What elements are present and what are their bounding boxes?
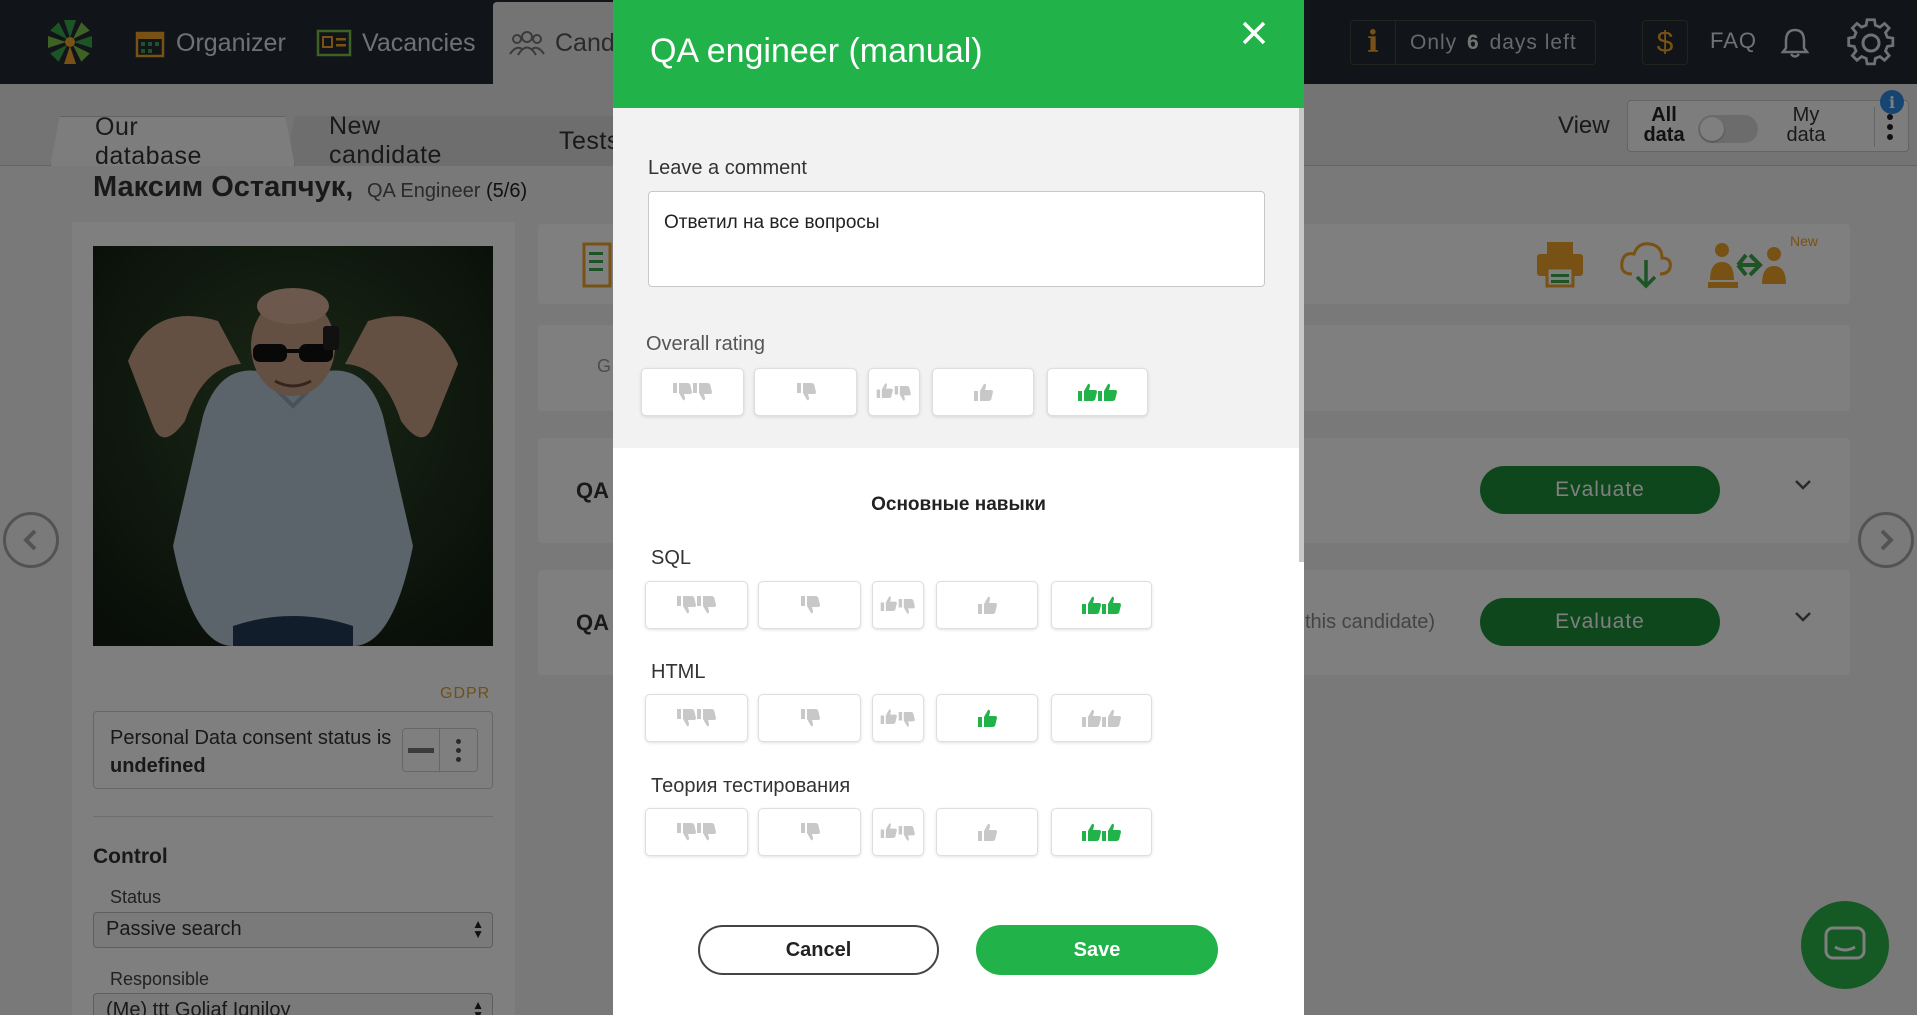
rating-option-4[interactable] — [936, 694, 1038, 742]
strongly-dislike-icon — [672, 383, 712, 401]
rating-option-2[interactable] — [758, 581, 861, 629]
strongly-like-icon — [1081, 709, 1121, 727]
cancel-button[interactable]: Cancel — [698, 925, 939, 975]
rating-option-1[interactable] — [645, 694, 748, 742]
overall-rating-label: Overall rating — [646, 333, 765, 355]
dislike-icon — [796, 383, 816, 401]
skill-html-label: HTML — [651, 661, 706, 683]
rating-option-5[interactable] — [1051, 808, 1152, 856]
comment-textarea[interactable]: Ответил на все вопросы — [648, 191, 1265, 287]
neutral-icon — [880, 823, 915, 841]
like-icon — [978, 596, 997, 614]
strongly-dislike-icon — [676, 596, 716, 614]
skill-sql-label: SQL — [651, 547, 692, 569]
neutral-icon — [880, 596, 915, 614]
rating-option-4[interactable] — [932, 368, 1034, 416]
rating-option-5[interactable] — [1051, 581, 1152, 629]
dislike-icon — [800, 823, 820, 841]
rating-option-3[interactable] — [872, 694, 924, 742]
skills-section-title: Основные навыки — [871, 494, 1046, 515]
rating-option-2[interactable] — [754, 368, 857, 416]
dislike-icon — [800, 709, 820, 727]
skill-testing-theory-label: Теория тестирования — [651, 775, 851, 797]
strongly-dislike-icon — [676, 709, 716, 727]
rating-option-2[interactable] — [758, 808, 861, 856]
rating-option-5[interactable] — [1047, 368, 1148, 416]
strongly-like-icon — [1077, 383, 1117, 401]
rating-option-3[interactable] — [872, 581, 924, 629]
comment-label: Leave a comment — [648, 157, 807, 179]
strongly-like-icon — [1081, 596, 1121, 614]
rating-option-4[interactable] — [936, 808, 1038, 856]
neutral-icon — [876, 383, 911, 401]
strongly-like-icon — [1081, 823, 1121, 841]
rating-option-3[interactable] — [868, 368, 920, 416]
neutral-icon — [880, 709, 915, 727]
rating-option-5[interactable] — [1051, 694, 1152, 742]
rating-option-2[interactable] — [758, 694, 861, 742]
dislike-icon — [800, 596, 820, 614]
rating-option-1[interactable] — [645, 581, 748, 629]
rating-option-1[interactable] — [645, 808, 748, 856]
close-icon[interactable] — [1241, 16, 1267, 52]
modal-header: QA engineer (manual) — [613, 0, 1304, 108]
like-icon — [974, 383, 993, 401]
rating-option-4[interactable] — [936, 581, 1038, 629]
rating-option-3[interactable] — [872, 808, 924, 856]
like-icon — [978, 823, 997, 841]
modal-title: QA engineer (manual) — [650, 32, 983, 70]
save-button[interactable]: Save — [976, 925, 1218, 975]
like-icon — [978, 709, 997, 727]
rating-option-1[interactable] — [641, 368, 744, 416]
evaluation-modal: QA engineer (manual) Leave a comment Отв… — [613, 0, 1304, 1015]
strongly-dislike-icon — [676, 823, 716, 841]
